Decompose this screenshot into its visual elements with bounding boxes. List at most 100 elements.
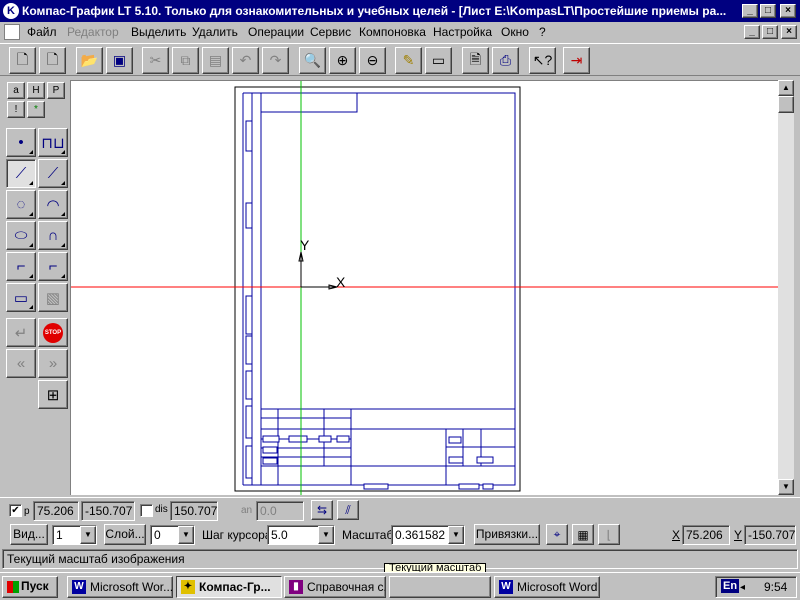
clock[interactable]: 9:54 — [764, 580, 787, 594]
snaps-button[interactable]: Привязки... — [474, 524, 540, 545]
print-preview-icon[interactable]: 🗎 — [462, 47, 489, 74]
tab-dimensions[interactable]: H — [27, 82, 45, 99]
cut-icon[interactable]: ✂ — [142, 47, 169, 74]
save-icon[interactable]: ▣ — [106, 47, 133, 74]
copy-icon[interactable]: ⧉ — [172, 47, 199, 74]
pan-icon[interactable]: ✎ — [395, 47, 422, 74]
hatch-icon[interactable]: ▧ — [38, 283, 68, 312]
zoom-in-icon[interactable]: ⊕ — [329, 47, 356, 74]
minimize-button[interactable]: _ — [742, 4, 758, 18]
layer-button[interactable]: Слой... — [104, 524, 146, 545]
x-field[interactable]: 75.206 — [682, 525, 730, 545]
scale-select[interactable]: 0.361582 ▼ — [391, 525, 465, 545]
an-field[interactable]: 0.0 — [256, 501, 304, 521]
scroll-thumb[interactable] — [778, 96, 794, 113]
menu-window[interactable]: Окно — [501, 25, 529, 39]
chevron-down-icon[interactable]: ▼ — [80, 526, 96, 544]
document-icon[interactable] — [4, 24, 20, 40]
snap-icon[interactable]: ⊞ — [38, 380, 68, 409]
undo-icon[interactable]: ↶ — [232, 47, 259, 74]
enter-icon[interactable]: ↵ — [6, 318, 36, 347]
ellipse-icon[interactable]: ⬭ — [6, 221, 36, 250]
tab-text[interactable]: P — [47, 82, 65, 99]
point-icon[interactable]: • — [6, 128, 36, 157]
next-icon[interactable]: » — [38, 349, 68, 378]
layer-select[interactable]: 0 ▼ — [150, 525, 195, 545]
language-indicator[interactable]: En — [721, 579, 740, 593]
y-label: Y — [734, 528, 743, 542]
chevron-down-icon[interactable]: ▼ — [178, 526, 194, 544]
tab-marks[interactable]: ! — [7, 101, 25, 118]
line-segment-icon[interactable]: ⟋ — [6, 159, 36, 188]
an-label: an — [241, 505, 253, 516]
menu-file[interactable]: Файл — [27, 25, 57, 39]
open-folder-icon[interactable]: 📂 — [76, 47, 103, 74]
mdi-minimize-button[interactable]: _ — [744, 25, 760, 39]
p-y-field[interactable]: -150.707 — [81, 501, 135, 521]
prev-icon[interactable]: « — [6, 349, 36, 378]
task-word-1[interactable]: W Microsoft Wor... — [67, 576, 173, 598]
dis-field[interactable]: 150.7073 — [170, 501, 218, 521]
drawing-canvas[interactable]: X Y — [70, 80, 778, 495]
cursor-step-select[interactable]: 5.0 ▼ — [267, 525, 335, 545]
close-button[interactable]: × — [780, 4, 796, 18]
p-x-field[interactable]: 75.206 — [33, 501, 79, 521]
redo-icon[interactable]: ↷ — [262, 47, 289, 74]
ortho-icon[interactable]: ⇆ — [311, 500, 333, 520]
task-blank[interactable] — [389, 576, 491, 598]
mdi-close-button[interactable]: × — [781, 25, 797, 39]
grid-icon[interactable]: ▦ — [572, 524, 594, 545]
print-icon[interactable]: ⎙ — [492, 47, 519, 74]
mdi-restore-button[interactable]: □ — [762, 25, 778, 39]
scale-icon[interactable]: ▭ — [425, 47, 452, 74]
tab-geometry[interactable]: a — [7, 82, 25, 99]
task-word-2[interactable]: W Microsoft Word — [494, 576, 600, 598]
auxiliary-line-icon[interactable]: ⊓⊔ — [38, 128, 68, 157]
stop-icon[interactable]: STOP — [38, 318, 68, 347]
chevron-down-icon[interactable]: ▼ — [318, 526, 334, 544]
bezier-icon[interactable]: ∩ — [38, 221, 68, 250]
rectangle-icon[interactable]: ▭ — [6, 283, 36, 312]
exit-icon[interactable]: ⇥ — [563, 47, 590, 74]
menu-layout[interactable]: Компоновка — [359, 25, 426, 39]
new-document-icon[interactable]: 🗋 — [9, 47, 36, 74]
menu-select[interactable]: Выделить — [131, 25, 186, 39]
circle-icon[interactable]: ◌ — [6, 190, 36, 219]
task-kompas[interactable]: ✦ Компас-Гр... — [176, 576, 282, 598]
menu-service[interactable]: Сервис — [310, 25, 351, 39]
dis-checkbox[interactable] — [140, 504, 153, 517]
menu-help[interactable]: ? — [539, 25, 546, 39]
new-fragment-icon[interactable]: 🗋 — [39, 47, 66, 74]
menu-editor[interactable]: Редактор — [67, 25, 119, 39]
view-select[interactable]: 1 ▼ — [52, 525, 97, 545]
y-field[interactable]: -150.707 — [744, 525, 796, 545]
drawing-sheet-svg: X Y — [71, 81, 778, 495]
parallel-icon[interactable]: ⫽ — [337, 500, 359, 520]
tab-measure[interactable]: * — [27, 101, 45, 118]
menu-delete[interactable]: Удалить — [192, 25, 238, 39]
chevron-down-icon[interactable]: ▼ — [448, 526, 464, 544]
start-button[interactable]: Пуск — [2, 576, 58, 598]
chamfer-icon[interactable]: ⌐ — [38, 252, 68, 281]
menu-settings[interactable]: Настройка — [433, 25, 492, 39]
zoom-out-icon[interactable]: ⊖ — [359, 47, 386, 74]
snap-grid-icon[interactable]: ⌖ — [546, 524, 568, 545]
zoom-icon[interactable]: 🔍 — [299, 47, 326, 74]
polyline-icon[interactable]: ⟋ — [38, 159, 68, 188]
speaker-icon[interactable]: ◂ — [740, 582, 745, 593]
scroll-down-icon[interactable]: ▼ — [778, 479, 794, 495]
view-button[interactable]: Вид... — [10, 524, 48, 545]
vertical-scrollbar[interactable]: ▲ ▼ — [778, 80, 794, 495]
arc-icon[interactable]: ◠ — [38, 190, 68, 219]
fillet-icon[interactable]: ⌐ — [6, 252, 36, 281]
window-title: Компас-График LT 5.10. Только для ознако… — [22, 4, 727, 18]
paste-icon[interactable]: ▤ — [202, 47, 229, 74]
local-cs-icon[interactable]: ⌊ — [598, 524, 620, 545]
scroll-up-icon[interactable]: ▲ — [778, 80, 794, 96]
task-help[interactable]: ▮ Справочная с... — [284, 576, 386, 598]
menu-operations[interactable]: Операции — [248, 25, 304, 39]
help-cursor-icon[interactable]: ↖? — [529, 47, 556, 74]
kompas-app-icon[interactable]: K — [3, 3, 19, 19]
maximize-button[interactable]: □ — [760, 4, 776, 18]
p-checkbox[interactable]: ✔ — [9, 504, 22, 517]
